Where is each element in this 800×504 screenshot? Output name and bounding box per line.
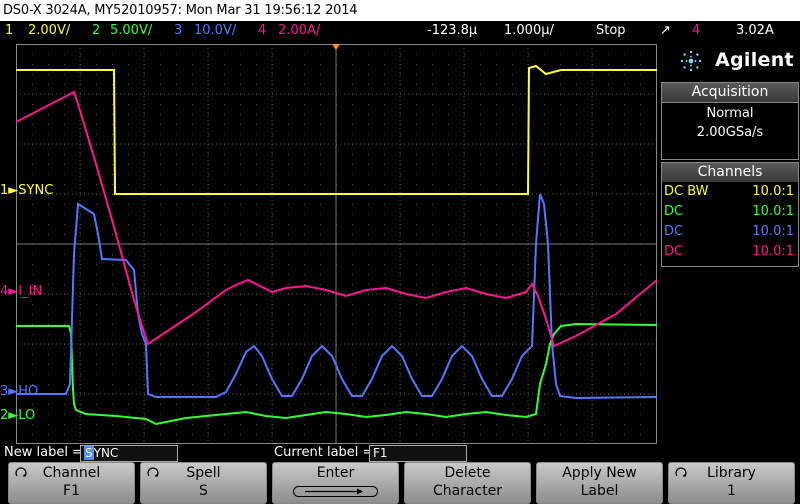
apply-softkey-label-2: Label bbox=[580, 483, 619, 499]
spell-softkey-value: S bbox=[199, 483, 208, 499]
channel-row-3[interactable]: DC 10.0:1 bbox=[664, 222, 796, 242]
ground-marker-icon: ► bbox=[8, 284, 19, 299]
trace-label-ch1-text: SYNC bbox=[18, 183, 54, 198]
channel-1-probe: 10.0:1 bbox=[752, 184, 794, 199]
trigger-level[interactable]: 3.02A bbox=[736, 21, 774, 41]
graticule bbox=[16, 44, 657, 444]
trace-label-ch2[interactable]: 2►LO bbox=[0, 408, 35, 423]
channel-row-4[interactable]: DC 10.0:1 bbox=[664, 242, 796, 262]
waveform-svg bbox=[16, 44, 657, 444]
channel-4-probe: 10.0:1 bbox=[752, 244, 794, 259]
trace-label-ch4[interactable]: 4►I_IN bbox=[0, 284, 42, 299]
delete-character-softkey[interactable]: Delete Character bbox=[404, 462, 531, 504]
channel-row-2[interactable]: DC 10.0:1 bbox=[664, 202, 796, 222]
channel-softkey-label: Channel bbox=[42, 465, 101, 481]
softkey-bar: Channel F1 Spell S Enter Delete Characte… bbox=[0, 462, 800, 504]
channel-4-coupling: DC bbox=[664, 244, 684, 259]
channel-2-coupling: DC bbox=[664, 204, 684, 219]
channel-row-1[interactable]: DC BW 10.0:1 bbox=[664, 182, 796, 202]
delete-softkey-label: Delete bbox=[444, 465, 491, 481]
channel-1-coupling: DC BW bbox=[664, 184, 709, 199]
ch2-scale[interactable]: 5.00V/ bbox=[110, 21, 152, 41]
library-softkey-label: Library bbox=[707, 465, 756, 481]
library-softkey[interactable]: Library 1 bbox=[668, 462, 795, 504]
window-title: DS0-X 3024A, MY52010957: Mon Mar 31 19:5… bbox=[3, 3, 358, 18]
label-edit-line: New label = SYNC Current label = F1 bbox=[0, 444, 800, 462]
trace-label-ch3-text: HO bbox=[18, 384, 39, 399]
channel-softkey-value: F1 bbox=[63, 483, 80, 499]
ground-marker-icon: ► bbox=[8, 384, 19, 399]
ch1-scale[interactable]: 2.00V/ bbox=[28, 21, 70, 41]
current-label-caption: Current label = bbox=[274, 445, 374, 460]
apply-new-label-softkey[interactable]: Apply New Label bbox=[536, 462, 663, 504]
acquisition-header[interactable]: Acquisition bbox=[661, 82, 799, 103]
current-label-text: F1 bbox=[373, 446, 388, 460]
ch3-number[interactable]: 3 bbox=[174, 21, 182, 41]
new-label-field[interactable]: SYNC bbox=[80, 445, 178, 462]
enter-softkey[interactable]: Enter bbox=[272, 462, 399, 504]
new-label-caption: New label = bbox=[4, 445, 83, 460]
run-state[interactable]: Stop bbox=[596, 21, 626, 41]
trace-label-ch2-text: LO bbox=[18, 408, 36, 423]
time-scale[interactable]: 1.000µ/ bbox=[504, 21, 554, 41]
current-label-field: F1 bbox=[369, 445, 467, 462]
delete-softkey-label-2: Character bbox=[432, 483, 503, 499]
library-softkey-value: 1 bbox=[727, 483, 736, 499]
brand-logo: Agilent bbox=[661, 42, 800, 80]
status-bar: 1 2.00V/ 2 5.00V/ 3 10.0V/ 4 2.00A/ -123… bbox=[0, 21, 800, 41]
acquisition-rate: 2.00GSa/s bbox=[696, 125, 764, 140]
ch1-number[interactable]: 1 bbox=[5, 21, 13, 41]
channel-softkey[interactable]: Channel F1 bbox=[8, 462, 135, 504]
channel-3-coupling: DC bbox=[664, 224, 684, 239]
ch2-number[interactable]: 2 bbox=[92, 21, 100, 41]
enter-softkey-label: Enter bbox=[316, 465, 355, 481]
new-label-text: YNC bbox=[93, 446, 119, 460]
waveform-display[interactable] bbox=[16, 44, 657, 444]
brand-name: Agilent bbox=[715, 49, 794, 71]
channels-header[interactable]: Channels bbox=[661, 162, 799, 183]
ground-marker-icon: ► bbox=[8, 183, 19, 198]
time-position[interactable]: -123.8µ bbox=[427, 21, 477, 41]
channel-3-probe: 10.0:1 bbox=[752, 224, 794, 239]
ch4-number[interactable]: 4 bbox=[258, 21, 266, 41]
enter-arrow-icon bbox=[293, 486, 378, 497]
apply-softkey-label: Apply New bbox=[562, 465, 637, 481]
title-bar: DS0-X 3024A, MY52010957: Mon Mar 31 19:5… bbox=[0, 0, 800, 21]
trace-label-ch4-text: I_IN bbox=[18, 284, 43, 299]
channels-box: DC BW 10.0:1 DC 10.0:1 DC 10.0:1 DC 10.0… bbox=[661, 182, 799, 267]
text-cursor: S bbox=[84, 446, 94, 460]
trace-label-ch3[interactable]: 3►HO bbox=[0, 384, 38, 399]
spell-softkey-label: Spell bbox=[186, 465, 221, 481]
trigger-source[interactable]: 4 bbox=[692, 21, 700, 41]
ch3-scale[interactable]: 10.0V/ bbox=[194, 21, 236, 41]
ch4-scale[interactable]: 2.00A/ bbox=[278, 21, 320, 41]
spark-logo-icon bbox=[680, 50, 702, 72]
trigger-edge-icon: ↗ bbox=[660, 23, 671, 38]
acquisition-mode: Normal bbox=[706, 106, 754, 121]
spell-softkey[interactable]: Spell S bbox=[140, 462, 267, 504]
channel-2-probe: 10.0:1 bbox=[752, 204, 794, 219]
ground-marker-icon: ► bbox=[8, 408, 19, 423]
trace-label-ch1[interactable]: 1►SYNC bbox=[0, 183, 53, 198]
